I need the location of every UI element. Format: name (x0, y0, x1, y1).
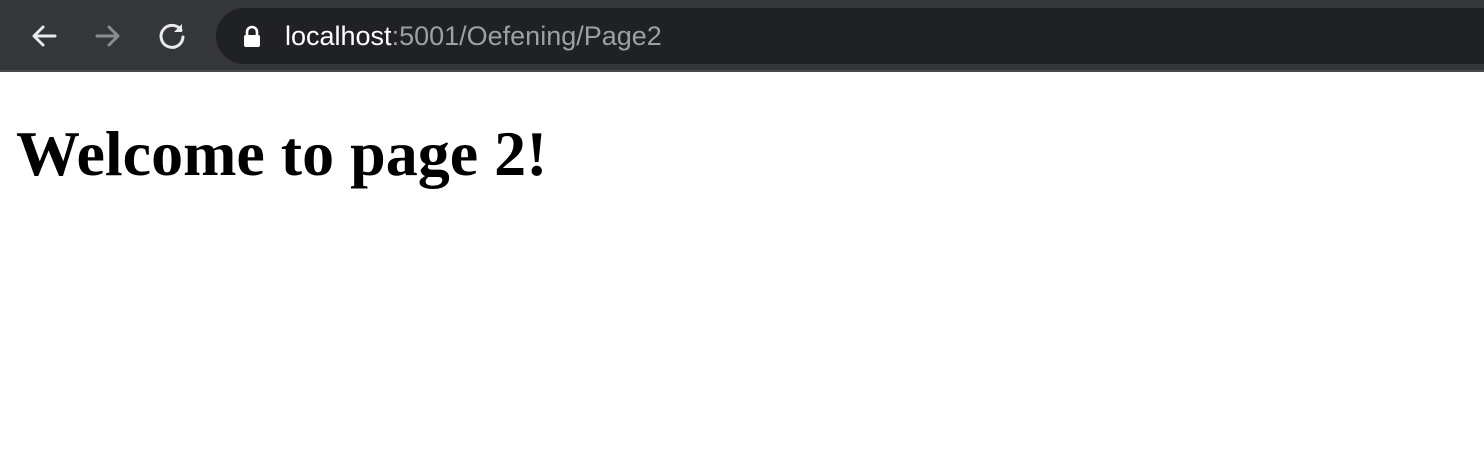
page-heading: Welcome to page 2! (16, 118, 548, 189)
reload-button[interactable] (152, 16, 192, 56)
browser-toolbar: localhost:5001/Oefening/Page2 (0, 0, 1484, 72)
arrow-left-icon (29, 21, 59, 51)
back-button[interactable] (24, 16, 64, 56)
address-url[interactable]: localhost:5001/Oefening/Page2 (285, 8, 662, 64)
address-bar[interactable]: localhost:5001/Oefening/Page2 (216, 8, 1484, 64)
address-host: localhost (285, 21, 392, 51)
page-content: Welcome to page 2! (0, 74, 1484, 452)
forward-button[interactable] (88, 16, 128, 56)
reload-icon (157, 21, 187, 51)
arrow-right-icon (93, 21, 123, 51)
lock-icon (242, 25, 262, 47)
address-path: :5001/Oefening/Page2 (391, 21, 662, 51)
